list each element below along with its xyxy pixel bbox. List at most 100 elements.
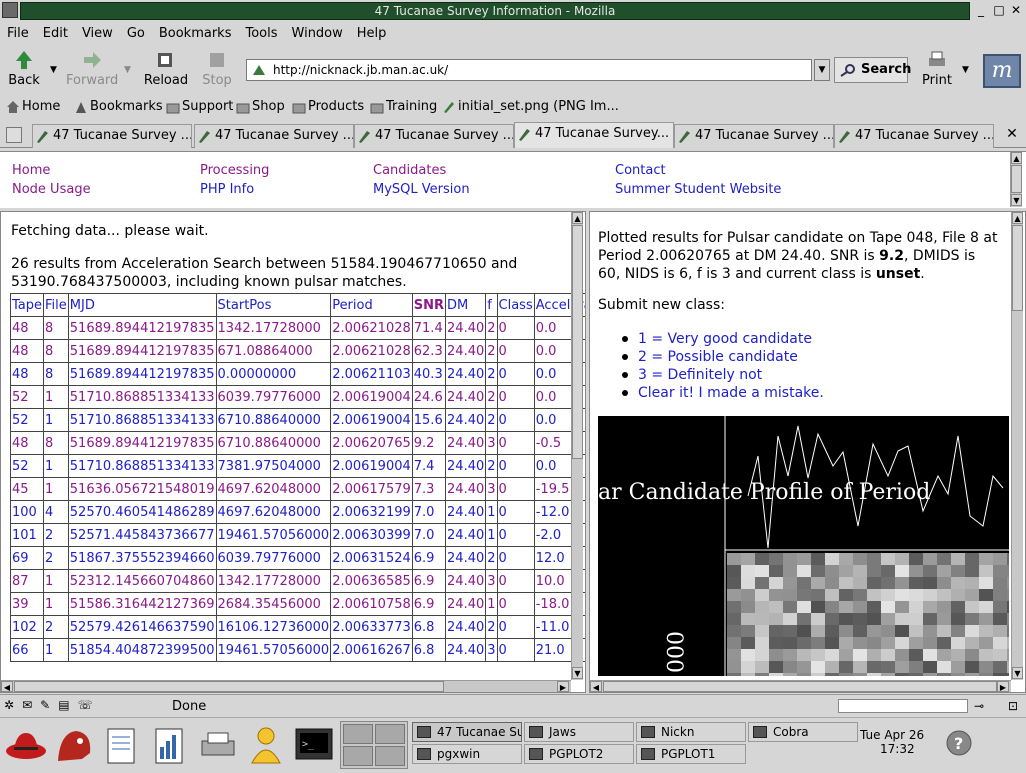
table-row[interactable]: 52 1 51710.868851334133 7381.97504000 2.0061…	[9, 454, 585, 478]
cell-tape[interactable]: 48	[9, 431, 45, 455]
user-icon[interactable]	[244, 723, 288, 767]
mozilla-launcher-icon[interactable]	[52, 723, 96, 767]
table-row[interactable]: 87 1 52312.145660704860 1342.17728000 2.0063…	[9, 569, 585, 593]
menu-file[interactable]: File	[0, 23, 36, 44]
redhat-menu-icon[interactable]	[4, 723, 48, 767]
tab-6[interactable]: 47 Tucanae Survey ...	[834, 124, 994, 148]
new-tab-icon[interactable]	[6, 127, 22, 143]
detail-horizontal-scrollbar[interactable]: ◀ ▶	[590, 680, 1011, 692]
table-row[interactable]: 52 1 51710.868851334133 6710.88640000 2.0061…	[9, 408, 585, 432]
results-vertical-scrollbar[interactable]: ▲ ▼	[571, 212, 583, 680]
table-row[interactable]: 66 1 51854.404872399500 19461.57056000 2.006…	[9, 638, 585, 662]
top-frame-scrollbar[interactable]: ▲ ▼	[1010, 152, 1022, 207]
workspace-1[interactable]	[343, 724, 373, 744]
task-cobra[interactable]: Cobra	[748, 722, 858, 742]
table-row[interactable]: 48 8 51689.894412197835 6710.88640000 2.0062…	[9, 431, 585, 455]
scroll-thumb[interactable]	[603, 681, 997, 692]
maximize-button[interactable]: □	[990, 2, 1008, 20]
close-tab-icon[interactable]: ✕	[1003, 126, 1021, 144]
cell-tape[interactable]: 52	[9, 385, 45, 409]
tab-1[interactable]: 47 Tucanae Survey ...	[32, 124, 192, 148]
print-button[interactable]: Print	[920, 49, 954, 93]
scroll-down-arrow-icon[interactable]: ▼	[1011, 194, 1022, 206]
scroll-up-arrow-icon[interactable]: ▲	[572, 212, 583, 224]
scroll-right-arrow-icon[interactable]: ▶	[997, 681, 1009, 692]
cell-tape[interactable]: 48	[9, 316, 45, 340]
help-icon[interactable]: ?	[946, 730, 972, 756]
clock[interactable]: Tue Apr 26 17:32	[860, 728, 924, 756]
bookmark-home[interactable]: Home	[6, 99, 60, 114]
scroll-thumb[interactable]	[572, 225, 583, 459]
scroll-up-arrow-icon[interactable]: ▲	[1012, 212, 1023, 224]
nav-link-processing[interactable]: Processing	[200, 163, 269, 178]
table-row[interactable]: 52 1 51710.868851334133 6039.79776000 2.0061…	[9, 385, 585, 409]
security-lock-icon[interactable]: ⊡	[1008, 699, 1018, 713]
class-option-clear[interactable]: Clear it! I made a mistake.	[620, 384, 824, 402]
composer-icon[interactable]: ✎	[40, 698, 58, 712]
close-window-button[interactable]: ✕	[1007, 2, 1025, 20]
table-row[interactable]: 48 8 51689.894412197835 1342.17728000 2.0062…	[9, 316, 585, 340]
task-pgxwin[interactable]: pgxwin	[412, 744, 522, 764]
nav-link-mysql-version[interactable]: MySQL Version	[373, 182, 470, 197]
tab-3[interactable]: 47 Tucanae Survey ...	[354, 124, 514, 148]
menu-window[interactable]: Window	[285, 23, 350, 44]
bookmark-shop[interactable]: Shop	[236, 99, 285, 114]
reload-button[interactable]: Reload	[142, 49, 190, 93]
class-option-very-good[interactable]: 1 = Very good candidate	[620, 330, 824, 348]
workspace-2[interactable]	[375, 724, 405, 744]
task-pgplot1[interactable]: PGPLOT1	[636, 744, 746, 764]
minimize-button[interactable]: _	[972, 2, 990, 20]
back-button[interactable]: Back	[6, 49, 42, 93]
scroll-left-arrow-icon[interactable]: ◀	[1, 681, 13, 692]
url-field[interactable]: http://nicknack.jb.man.ac.uk/	[246, 59, 812, 81]
bookmark-bookmarks[interactable]: Bookmarks	[74, 99, 163, 114]
scroll-left-arrow-icon[interactable]: ◀	[590, 681, 602, 692]
nav-link-summer-student[interactable]: Summer Student Website	[615, 182, 781, 197]
nav-link-candidates[interactable]: Candidates	[373, 163, 446, 178]
menu-help[interactable]: Help	[350, 23, 394, 44]
tab-5[interactable]: 47 Tucanae Survey ...	[674, 124, 834, 148]
cell-tape[interactable]: 48	[9, 339, 45, 363]
menu-view[interactable]: View	[75, 23, 120, 44]
menu-bookmarks[interactable]: Bookmarks	[152, 23, 239, 44]
column-header-startpos[interactable]: StartPos	[215, 293, 332, 317]
menu-go[interactable]: Go	[120, 23, 152, 44]
scroll-down-arrow-icon[interactable]: ▼	[572, 667, 583, 679]
back-history-dropdown-icon[interactable]: ▼	[50, 65, 57, 75]
scroll-up-arrow-icon[interactable]: ▲	[1011, 152, 1022, 164]
column-header-tape[interactable]: Tape	[9, 293, 45, 317]
cell-tape[interactable]: 101	[9, 523, 45, 547]
print-dropdown-icon[interactable]: ▼	[962, 65, 969, 75]
bookmark-support[interactable]: Support	[166, 99, 233, 114]
class-option-possible[interactable]: 2 = Possible candidate	[620, 348, 824, 366]
bookmark-initial-set[interactable]: initial_set.png (PNG Im...	[442, 99, 619, 114]
forward-button[interactable]: Forward	[66, 49, 118, 93]
column-header-class[interactable]: Class	[496, 293, 535, 317]
table-row[interactable]: 101 2 52571.445843736677 19461.57056000 2.00…	[9, 523, 585, 547]
cell-tape[interactable]: 39	[9, 592, 45, 616]
nav-link-php-info[interactable]: PHP Info	[200, 182, 254, 197]
bookmark-training[interactable]: Training	[370, 99, 437, 114]
scroll-down-arrow-icon[interactable]: ▼	[1012, 667, 1023, 679]
menu-tools[interactable]: Tools	[238, 23, 284, 44]
cell-tape[interactable]: 52	[9, 408, 45, 432]
table-row[interactable]: 69 2 51867.375552394660 6039.79776000 2.0063…	[9, 546, 585, 570]
search-button[interactable]: Search	[834, 57, 911, 83]
results-horizontal-scrollbar[interactable]: ◀ ▶	[1, 680, 571, 692]
scroll-right-arrow-icon[interactable]: ▶	[557, 681, 569, 692]
column-header-period[interactable]: Period	[330, 293, 413, 317]
task-mozilla[interactable]: 47 Tucanae Su	[412, 722, 522, 742]
url-dropdown-button[interactable]: ▼	[814, 59, 830, 81]
cell-tape[interactable]: 48	[9, 362, 45, 386]
table-row[interactable]: 45 1 51636.056721548019 4697.62048000 2.0061…	[9, 477, 585, 501]
writer-icon[interactable]	[100, 723, 144, 767]
irc-icon[interactable]: ☏	[78, 698, 101, 712]
workspace-pager[interactable]	[340, 721, 408, 769]
detail-vertical-scrollbar[interactable]: ▲ ▼	[1011, 212, 1023, 680]
cell-tape[interactable]: 52	[9, 454, 45, 478]
class-option-definitely-not[interactable]: 3 = Definitely not	[620, 366, 824, 384]
mail-icon[interactable]: ✉	[22, 698, 40, 712]
column-header-dm[interactable]: DM	[445, 293, 487, 317]
calc-icon[interactable]	[148, 723, 192, 767]
nav-link-home[interactable]: Home	[12, 163, 50, 178]
